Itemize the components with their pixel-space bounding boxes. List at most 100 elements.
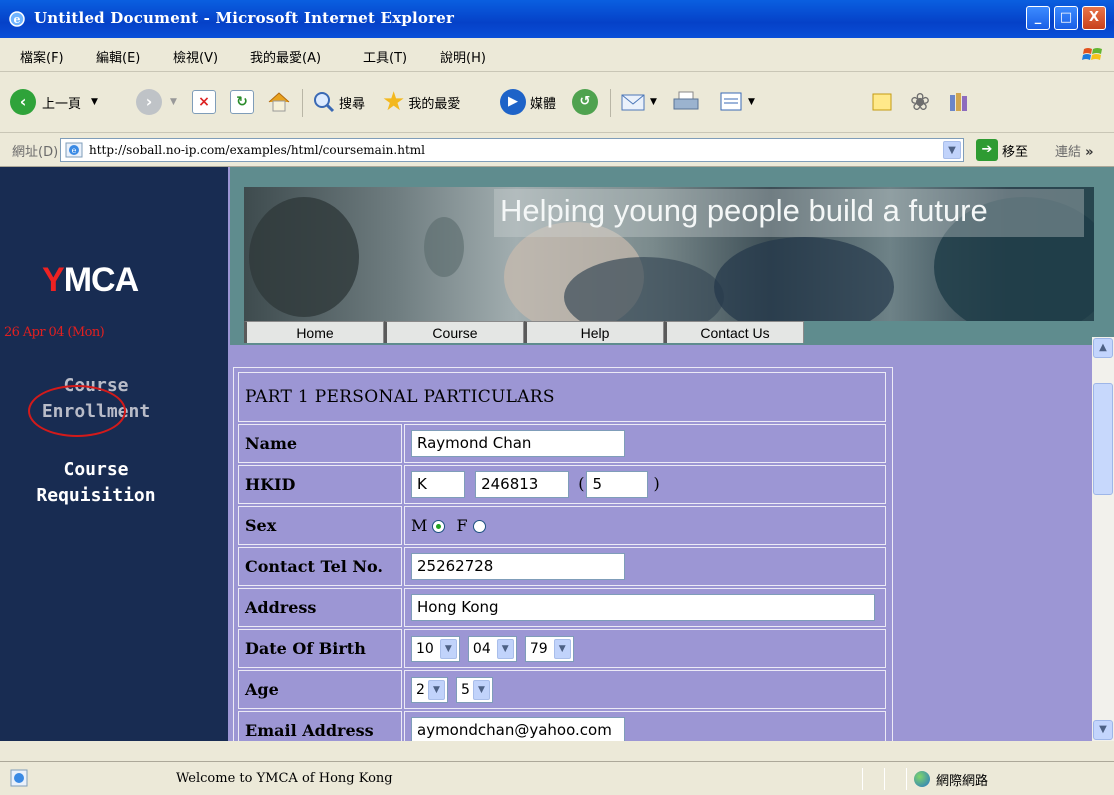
history-icon: ↺ — [572, 89, 598, 115]
sex-f-radio[interactable] — [472, 520, 486, 533]
stop-button[interactable]: × — [192, 87, 216, 117]
menu-favorites[interactable]: 我的最愛(A) — [250, 47, 321, 66]
scroll-up-icon[interactable]: ▲ — [1093, 338, 1113, 358]
chevron-down-icon: ▼ — [472, 679, 490, 700]
address-label: Address — [238, 588, 402, 627]
menu-bar: 檔案(F) 編輯(E) 檢視(V) 我的最愛(A) 工具(T) 說明(H) — [0, 38, 1114, 72]
hkid-open-paren: ( — [578, 474, 585, 493]
mail-button[interactable]: ▼ — [620, 87, 657, 117]
hkid-close-paren: ) — [653, 474, 660, 493]
vertical-scrollbar[interactable]: ▲ ▼ — [1092, 337, 1114, 741]
edit-button[interactable]: ▼ — [718, 87, 755, 117]
messenger-button[interactable]: ❀ — [910, 87, 930, 117]
tab-contact-us[interactable]: Contact Us — [664, 321, 804, 343]
home-icon — [268, 92, 290, 112]
minimize-button[interactable]: _ — [1026, 6, 1050, 30]
chevron-down-icon: ▼ — [496, 638, 514, 659]
tab-course[interactable]: Course — [384, 321, 524, 343]
status-message: Welcome to YMCA of Hong Kong — [176, 771, 393, 786]
dob-year-value: 79 — [529, 640, 548, 657]
current-date: 26 Apr 04 (Mon) — [4, 325, 105, 340]
discuss-icon — [872, 93, 892, 111]
address-label: 網址(D) — [12, 145, 59, 160]
discuss-button[interactable] — [870, 87, 894, 117]
dob-month-select[interactable]: 04 ▼ — [467, 635, 517, 662]
menu-tools[interactable]: 工具(T) — [363, 47, 407, 66]
email-input[interactable]: aymondchan@yahoo.com — [411, 717, 625, 741]
back-button[interactable]: ‹ 上一頁 ▼ — [10, 87, 98, 117]
svg-text:e: e — [72, 146, 77, 155]
annotation-circle — [28, 385, 126, 437]
address-input[interactable]: e http://soball.no-ip.com/examples/html/… — [60, 138, 964, 162]
page-ie-icon: e — [65, 142, 83, 158]
address-field-input[interactable]: Hong Kong — [411, 594, 875, 621]
print-button[interactable] — [672, 87, 700, 117]
forward-dropdown-icon[interactable]: ▼ — [170, 97, 177, 107]
home-button[interactable] — [266, 87, 292, 117]
dob-year-select[interactable]: 79 ▼ — [524, 635, 574, 662]
media-icon: ▶ — [500, 89, 526, 115]
back-arrow-icon: ‹ — [10, 89, 36, 115]
menu-help[interactable]: 說明(H) — [440, 47, 486, 66]
research-books-icon — [950, 93, 967, 111]
close-button[interactable]: X — [1082, 6, 1106, 30]
forward-button[interactable]: › ▼ — [136, 87, 177, 117]
requisition-line-2: Requisition — [36, 485, 156, 506]
age-units-select[interactable]: 5 ▼ — [456, 676, 493, 703]
search-icon — [314, 92, 335, 113]
messenger-flower-icon: ❀ — [910, 88, 931, 116]
search-button[interactable]: 搜尋 — [312, 87, 365, 117]
security-zone: 網際網路 — [936, 774, 989, 789]
name-input[interactable]: Raymond Chan — [411, 430, 625, 457]
history-button[interactable]: ↺ — [572, 87, 598, 117]
back-dropdown-icon[interactable]: ▼ — [91, 97, 98, 107]
hkid-prefix-input[interactable]: K — [411, 471, 465, 498]
research-button[interactable] — [946, 87, 970, 117]
banner: Helping young people build a future Home… — [230, 167, 1114, 345]
tel-label: Contact Tel No. — [238, 547, 402, 586]
print-icon — [673, 91, 699, 110]
tab-home[interactable]: Home — [244, 321, 384, 343]
maximize-button[interactable]: □ — [1054, 6, 1078, 30]
media-label: 媒體 — [530, 96, 557, 112]
age-tens-value: 2 — [416, 681, 425, 698]
menu-edit[interactable]: 編輯(E) — [96, 47, 140, 66]
menu-file[interactable]: 檔案(F) — [20, 47, 64, 66]
menu-view[interactable]: 檢視(V) — [173, 47, 218, 66]
site-tab-bar: Home Course Help Contact Us — [244, 321, 804, 343]
banner-tagline: Helping young people build a future — [500, 193, 988, 228]
hkid-check-digit-input[interactable]: 5 — [586, 471, 649, 498]
personal-particulars-form: PART 1 PERSONAL PARTICULARS Name Raymond… — [233, 367, 893, 741]
hkid-label: HKID — [238, 465, 402, 504]
vertical-scroll-thumb[interactable] — [1093, 383, 1113, 495]
favorites-button[interactable]: ★ 我的最愛 — [382, 87, 460, 117]
left-nav-panel: YMCA 26 Apr 04 (Mon) Course Enrollment C… — [0, 167, 228, 741]
age-tens-select[interactable]: 2 ▼ — [411, 676, 448, 703]
address-url: http://soball.no-ip.com/examples/html/co… — [89, 143, 425, 157]
ie-logo-icon: e — [9, 11, 25, 27]
scroll-down-icon[interactable]: ▼ — [1093, 720, 1113, 740]
go-arrow-icon: ➔ — [976, 139, 998, 161]
refresh-icon: ↻ — [230, 90, 254, 114]
links-label: 連結 — [1055, 145, 1082, 160]
media-button[interactable]: ▶ 媒體 — [500, 87, 556, 117]
age-units-value: 5 — [461, 681, 470, 698]
mail-dropdown-icon[interactable]: ▼ — [650, 97, 657, 107]
address-dropdown-icon[interactable]: ▼ — [943, 141, 961, 159]
sex-m-radio[interactable] — [432, 520, 446, 533]
back-label: 上一頁 — [42, 96, 82, 112]
tel-input[interactable]: 25262728 — [411, 553, 625, 580]
refresh-button[interactable]: ↻ — [230, 87, 254, 117]
links-button[interactable]: 連結 » — [1055, 141, 1094, 160]
svg-text:e: e — [14, 13, 21, 26]
course-requisition-link[interactable]: Course Requisition — [6, 457, 186, 509]
status-bar: Welcome to YMCA of Hong Kong 網際網路 — [0, 761, 1114, 795]
tab-help[interactable]: Help — [524, 321, 664, 343]
requisition-line-1: Course — [63, 459, 129, 480]
section-title: PART 1 PERSONAL PARTICULARS — [238, 372, 886, 422]
go-button[interactable]: ➔ 移至 — [976, 139, 1028, 161]
dob-month-value: 04 — [472, 640, 491, 657]
dob-day-select[interactable]: 10 ▼ — [411, 635, 460, 662]
hkid-number-input[interactable]: 246813 — [475, 471, 570, 498]
edit-dropdown-icon[interactable]: ▼ — [748, 97, 755, 107]
